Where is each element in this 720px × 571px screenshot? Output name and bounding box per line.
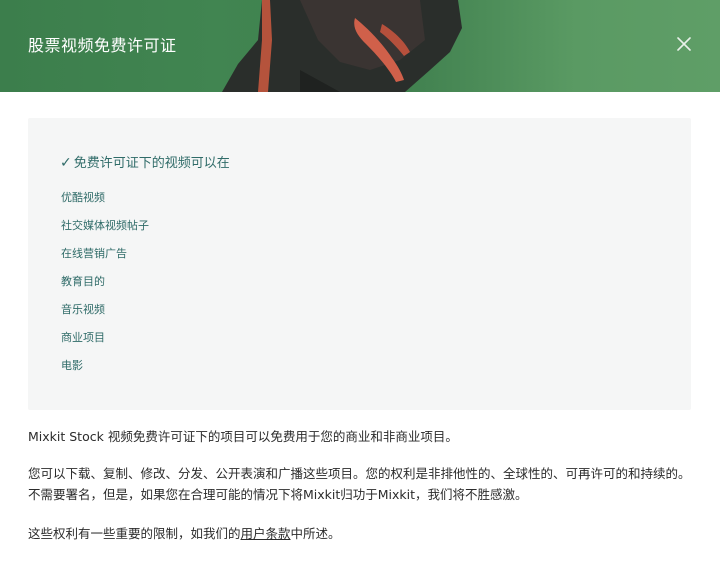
list-item: 在线营销广告 [61, 247, 127, 260]
brand-name: Mixkit Stock [28, 429, 104, 444]
list-item: 音乐视频 [61, 303, 105, 316]
close-icon [677, 37, 691, 51]
list-item: 教育目的 [61, 275, 105, 288]
allowed-uses-list: 优酷视频 社交媒体视频帖子 在线营销广告 教育目的 音乐视频 商业项目 电影 [61, 191, 149, 387]
modal-header: 股票视频免费许可证 [0, 0, 720, 92]
restrictions-paragraph: 这些权利有一些重要的限制，如我们的用户条款中所述。 [28, 523, 692, 544]
restrictions-text-before: 这些权利有一些重要的限制，如我们的 [28, 526, 241, 541]
restrictions-text-after: 中所述。 [290, 526, 341, 541]
license-intro-text: 视频免费许可证下的项目可以免费用于您的商业和非商业项目。 [103, 429, 458, 444]
license-panel: ✓ 免费许可证下的视频可以在 优酷视频 社交媒体视频帖子 在线营销广告 教育目的 … [28, 118, 691, 410]
terms-link[interactable]: 用户条款 [241, 526, 291, 541]
close-button[interactable] [670, 30, 698, 58]
license-heading: ✓ 免费许可证下的视频可以在 [60, 152, 230, 171]
list-item: 优酷视频 [61, 191, 105, 204]
list-item: 电影 [61, 359, 83, 372]
check-icon: ✓ [60, 155, 72, 171]
license-intro: Mixkit Stock 视频免费许可证下的项目可以免费用于您的商业和非商业项目… [28, 426, 692, 447]
modal-title: 股票视频免费许可证 [28, 36, 177, 55]
list-item: 社交媒体视频帖子 [61, 219, 149, 232]
rights-paragraph: 您可以下载、复制、修改、分发、公开表演和广播这些项目。您的权利是非排他性的、全球… [28, 466, 691, 502]
license-heading-text: 免费许可证下的视频可以在 [73, 156, 230, 171]
list-item: 商业项目 [61, 331, 105, 344]
